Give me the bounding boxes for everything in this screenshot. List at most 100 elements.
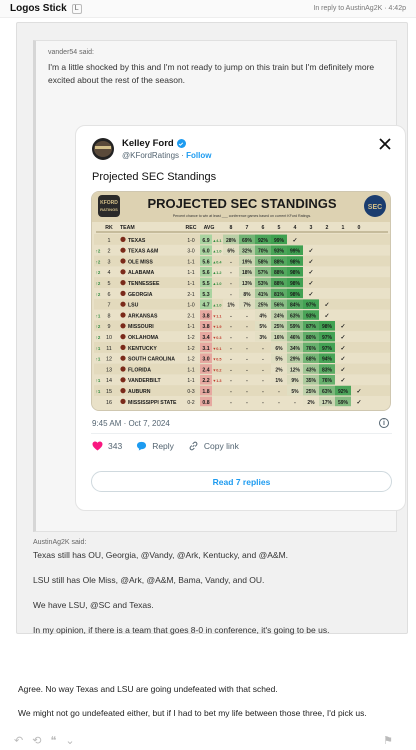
- post-username[interactable]: Logos Stick: [10, 3, 67, 14]
- rank-change: ↑1: [96, 357, 101, 362]
- record-value: 1-2: [187, 346, 194, 352]
- info-icon[interactable]: i: [379, 418, 389, 428]
- prob-value: 98%: [322, 324, 333, 330]
- quote-icon[interactable]: ❝: [50, 734, 56, 747]
- reply-icon[interactable]: ↶: [14, 734, 23, 747]
- team-name: OLE MISS: [128, 259, 153, 265]
- checkmark-icon: ✓: [356, 400, 361, 406]
- rank-change: ↑1: [96, 346, 101, 351]
- team-logo-icon: [120, 355, 126, 361]
- read-replies-button[interactable]: Read 7 replies: [91, 471, 392, 492]
- reply-label: Reply: [152, 441, 174, 451]
- team-logo-icon: [120, 334, 126, 340]
- flag-icon[interactable]: ⚑: [383, 734, 393, 747]
- team-name: MISSOURI: [128, 324, 154, 330]
- quoted-post-container: vander54 said: I'm a little shocked by t…: [16, 22, 408, 635]
- prob-value: 94%: [322, 357, 333, 363]
- team-name: ALABAMA: [128, 270, 154, 276]
- avg-value: 5.5: [202, 281, 209, 287]
- record-value: 1-0: [187, 238, 194, 244]
- avg-value: 3.1: [202, 346, 209, 352]
- rank-change: ↑1: [96, 313, 101, 318]
- prob-value: 4%: [259, 313, 267, 319]
- quote-line: LSU still has Ole Miss, @Ark, @A&M, Bama…: [33, 575, 265, 585]
- avg-value: 5.6: [202, 270, 209, 276]
- prob-value: 16%: [274, 335, 285, 341]
- post-line: We might not go undefeated either, but i…: [18, 708, 367, 718]
- checkmark-icon: ✓: [308, 249, 313, 255]
- avatar[interactable]: [92, 138, 114, 160]
- record-value: 1-0: [187, 303, 194, 309]
- team-name: MISSISSIPPI STATE: [128, 400, 177, 406]
- prob-value: 97%: [322, 346, 333, 352]
- follow-link[interactable]: Follow: [186, 151, 211, 160]
- tweet-handle[interactable]: @KFordRatings: [122, 151, 179, 160]
- post-line: Agree. No way Texas and LSU are going un…: [18, 684, 278, 694]
- checkmark-icon: ✓: [308, 259, 313, 265]
- quote-line: In my opinion, if there is a team that g…: [33, 625, 330, 635]
- avg-value: 1.8: [202, 389, 209, 395]
- rank-value: 2: [108, 249, 111, 255]
- reply-button[interactable]: Reply: [136, 441, 174, 451]
- rank-value: 12: [106, 357, 112, 363]
- checkmark-icon: ✓: [340, 335, 345, 341]
- team-logo-icon: [120, 312, 126, 318]
- quote-author[interactable]: AustinAg2K said:: [33, 539, 233, 546]
- prob-value: 84%: [290, 303, 301, 309]
- kford-logo-icon: [98, 195, 120, 217]
- reply-meta[interactable]: In reply to AustinAg2K · 4:42p: [313, 5, 406, 12]
- avg-value: 2.2: [202, 378, 209, 384]
- record-value: 1-1: [187, 324, 194, 330]
- prob-value: 93%: [274, 249, 285, 255]
- quote-author[interactable]: vander54 said:: [48, 49, 94, 56]
- chevron-down-icon[interactable]: ⌄: [65, 734, 74, 747]
- reply-bubble-icon: [137, 441, 147, 451]
- prob-value: 1%: [227, 303, 235, 309]
- avg-change: ▼1.9: [212, 325, 221, 329]
- rank-value: 16: [106, 400, 112, 406]
- team-logo-icon: [120, 377, 126, 383]
- embedded-tweet[interactable]: Kelley Ford @KFordRatings · Follow Proje…: [75, 125, 406, 511]
- avg-change: ▼0.5: [212, 358, 221, 362]
- rank-change: ↑2: [96, 324, 101, 329]
- checkmark-icon: ✓: [356, 389, 361, 395]
- tweet-date[interactable]: 9:45 AM · Oct 7, 2024: [92, 419, 170, 428]
- checkmark-icon: ✓: [324, 313, 329, 319]
- avg-change: ▼1.1: [212, 314, 221, 318]
- quote-reply-icon[interactable]: ⟲: [32, 734, 41, 747]
- prob-value: 76%: [322, 378, 333, 384]
- prob-value: 12%: [290, 367, 301, 373]
- checkmark-icon: ✓: [308, 270, 313, 276]
- x-logo-icon[interactable]: [379, 138, 391, 150]
- copy-link-button[interactable]: Copy link: [188, 441, 239, 451]
- prob-value: 59%: [290, 324, 301, 330]
- team-logo-icon: [120, 398, 126, 404]
- prob-value: 88%: [274, 270, 285, 276]
- avg-change: ▲0.4: [212, 260, 222, 264]
- prob-value: 57%: [258, 270, 269, 276]
- prob-value: 25%: [306, 389, 317, 395]
- column-header: RK: [105, 225, 113, 231]
- rank-value: 14: [106, 378, 112, 384]
- prob-value: 87%: [306, 324, 317, 330]
- like-button[interactable]: 343: [92, 441, 122, 451]
- team-name: LSU: [128, 303, 139, 309]
- tweet-author-name[interactable]: Kelley Ford: [122, 138, 186, 149]
- prob-value: 97%: [322, 335, 333, 341]
- record-value: 1-1: [187, 281, 194, 287]
- column-header: 2: [326, 225, 329, 231]
- team-logo-icon: [120, 301, 126, 307]
- standings-image[interactable]: KFORD RATINGS PROJECTED SEC STANDINGS Perce…: [91, 191, 391, 411]
- prob-value: 80%: [306, 335, 317, 341]
- post-header: Logos Stick L In reply to AustinAg2K · 4…: [0, 0, 416, 18]
- prob-value: 35%: [306, 378, 317, 384]
- team-logo-icon: [120, 366, 126, 372]
- prob-value: 24%: [274, 313, 285, 319]
- prob-value: 7%: [243, 303, 251, 309]
- prob-value: 3%: [259, 335, 267, 341]
- link-icon: [189, 441, 198, 451]
- avg-change: ▼0.1: [212, 347, 221, 351]
- record-value: 1-1: [187, 270, 194, 276]
- prob-value: 98%: [290, 281, 301, 287]
- prob-value: 32%: [242, 249, 253, 255]
